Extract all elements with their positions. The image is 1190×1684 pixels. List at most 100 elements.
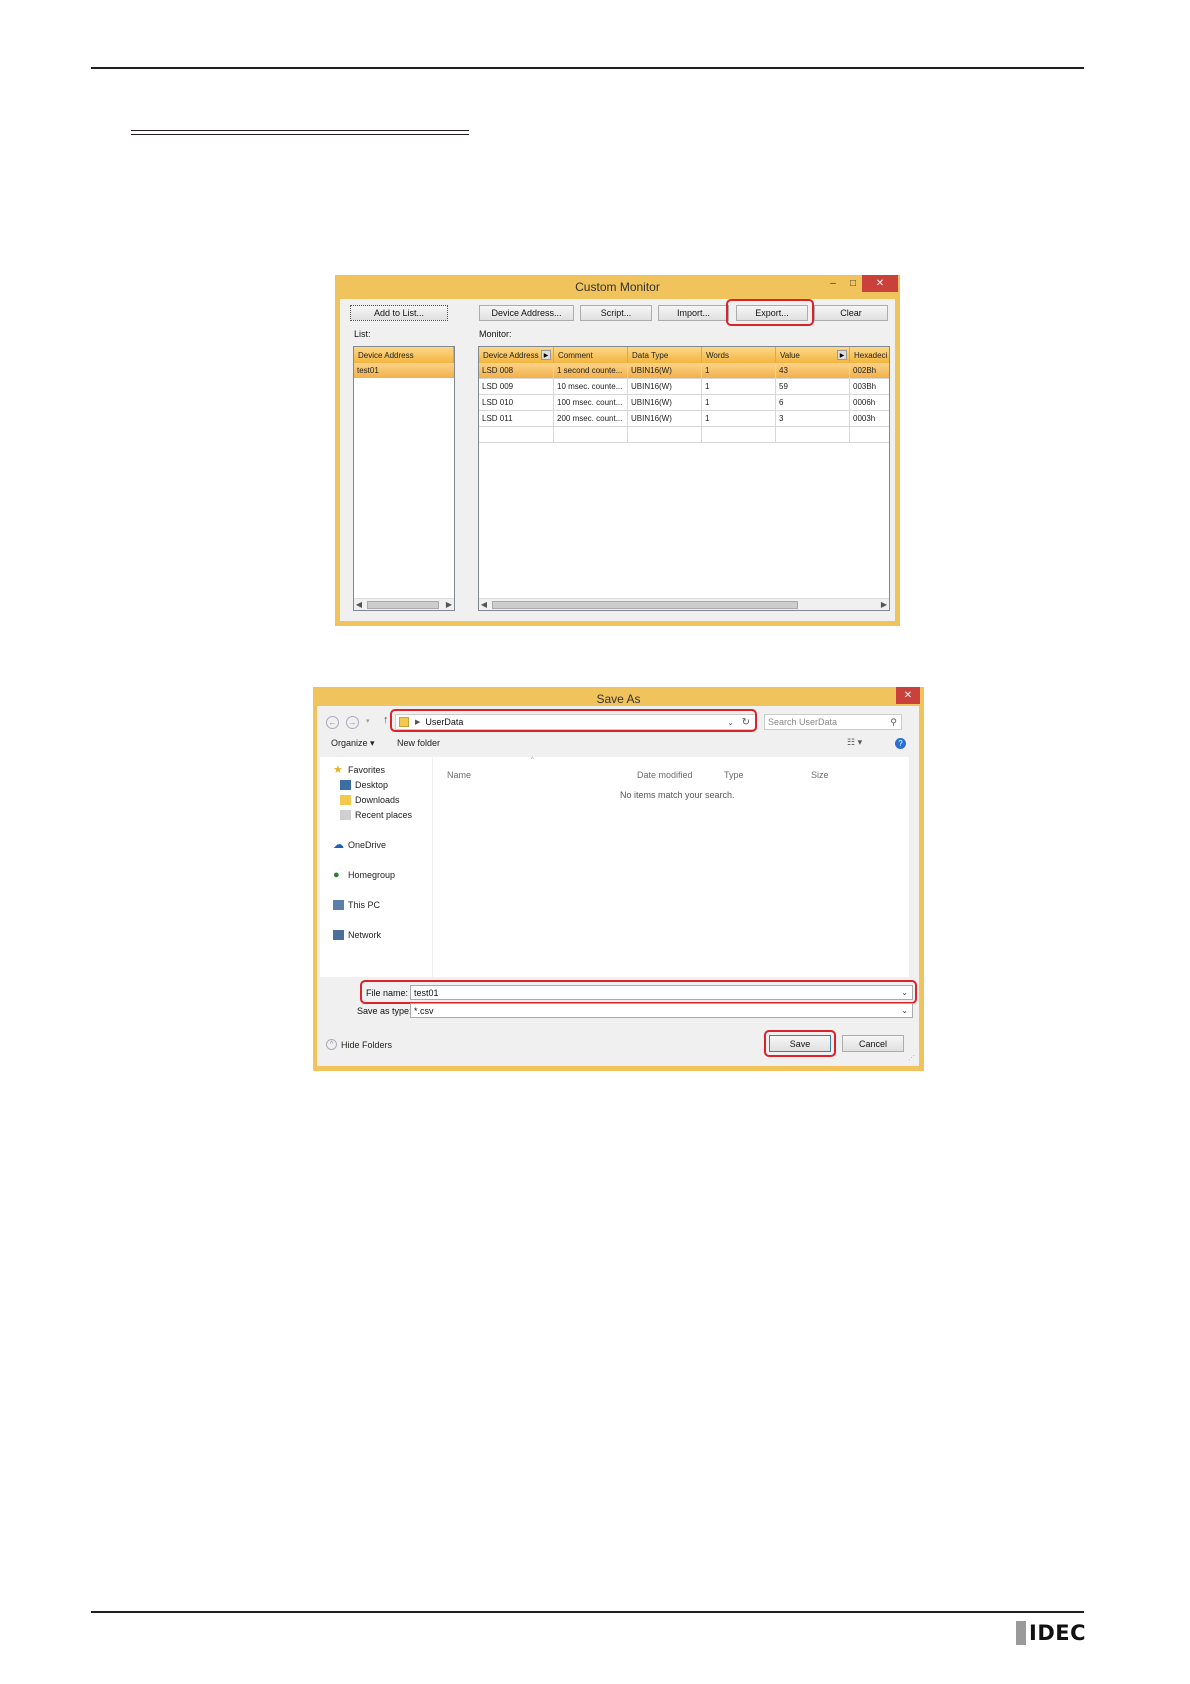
grid-cell[interactable]: 1 [702, 395, 776, 411]
grid-cell[interactable] [702, 427, 776, 443]
monitor-label: Monitor: [479, 329, 512, 339]
grid-cell[interactable]: 0003h [850, 411, 889, 427]
grid-cell[interactable]: 200 msec. count... [554, 411, 628, 427]
scroll-right-icon[interactable]: ▶ [444, 599, 454, 610]
list-column-header[interactable]: Device Address [354, 347, 454, 363]
hide-folders-button[interactable]: ^ Hide Folders [326, 1039, 392, 1050]
grid-cell[interactable]: UBIN16(W) [628, 395, 702, 411]
grid-cell[interactable]: 10 msec. counte... [554, 379, 628, 395]
recent-places-icon [340, 810, 351, 820]
close-button[interactable]: ✕ [862, 275, 898, 292]
collapse-icon: ^ [326, 1039, 337, 1050]
col-type[interactable]: Type [724, 770, 744, 780]
add-to-list-button[interactable]: Add to List... [350, 305, 448, 321]
nav-onedrive-label: OneDrive [348, 840, 387, 850]
device-address-button[interactable]: Device Address... [479, 305, 574, 321]
grid-cell[interactable]: 59 [776, 379, 850, 395]
downloads-icon [340, 795, 351, 805]
save-type-dropdown-icon[interactable]: ⌄ [901, 1006, 908, 1015]
nav-desktop[interactable]: Desktop [340, 780, 388, 790]
grid-cell[interactable]: 43 [776, 363, 850, 379]
nav-this-pc[interactable]: This PC [333, 900, 380, 910]
hide-folders-label: Hide Folders [341, 1039, 393, 1050]
grid-cell[interactable] [479, 427, 554, 443]
grid-cell[interactable]: 1 [702, 363, 776, 379]
up-icon[interactable]: ↑ [383, 714, 389, 726]
nav-favorites[interactable]: ★ Favorites [333, 765, 386, 776]
heading-underline-2 [131, 134, 469, 135]
grid-cell[interactable]: UBIN16(W) [628, 379, 702, 395]
col-comment[interactable]: Comment [554, 347, 628, 363]
grid-cell[interactable]: UBIN16(W) [628, 411, 702, 427]
search-icon[interactable]: ⚲ [890, 717, 897, 728]
grid-cell[interactable]: 1 [702, 411, 776, 427]
help-icon[interactable]: ? [895, 738, 906, 749]
minimize-button[interactable]: – [824, 275, 842, 292]
nav-favorites-label: Favorites [348, 765, 386, 775]
grid-cell[interactable]: 100 msec. count... [554, 395, 628, 411]
back-icon[interactable]: ← [326, 716, 339, 729]
grid-cell[interactable]: LSD 008 [479, 363, 554, 379]
new-folder-button[interactable]: New folder [397, 738, 440, 748]
col-size[interactable]: Size [811, 770, 829, 780]
col-words[interactable]: Words [702, 347, 776, 363]
forward-icon[interactable]: → [346, 716, 359, 729]
search-input[interactable]: Search UserData [768, 717, 837, 727]
list-hscroll[interactable]: ◀ ▶ [354, 598, 454, 610]
desktop-icon [340, 780, 351, 790]
grid-cell[interactable]: LSD 011 [479, 411, 554, 427]
organize-button[interactable]: Organize ▾ [331, 738, 375, 749]
search-field[interactable]: Search UserData ⚲ [764, 714, 902, 730]
save-type-label: Save as type: [357, 1006, 412, 1016]
nav-onedrive[interactable]: ☁ OneDrive [333, 840, 387, 851]
grid-cell[interactable]: LSD 010 [479, 395, 554, 411]
column-menu-icon[interactable]: ▶ [541, 350, 551, 360]
list-item[interactable]: test01 [354, 363, 454, 378]
import-button[interactable]: Import... [658, 305, 729, 321]
scroll-left-icon[interactable]: ◀ [354, 599, 364, 610]
header-rule [91, 67, 1084, 69]
view-options-icon[interactable]: ☷ ▾ [847, 737, 862, 748]
grid-cell[interactable]: 6 [776, 395, 850, 411]
save-type-select[interactable]: *.csv ⌄ [410, 1003, 913, 1018]
grid-cell[interactable]: 0006h [850, 395, 889, 411]
network-icon [333, 930, 344, 940]
scroll-thumb[interactable] [492, 601, 798, 609]
nav-recent-places[interactable]: Recent places [340, 810, 412, 820]
grid-cell[interactable]: 002Bh [850, 363, 889, 379]
nav-thispc-label: This PC [348, 900, 381, 910]
logo-bar [1016, 1621, 1026, 1645]
heading-underline-1 [131, 130, 469, 131]
nav-downloads[interactable]: Downloads [340, 795, 400, 805]
script-button[interactable]: Script... [580, 305, 652, 321]
grid-cell[interactable] [628, 427, 702, 443]
scroll-right-icon[interactable]: ▶ [879, 599, 889, 610]
grid-cell[interactable] [554, 427, 628, 443]
custom-monitor-window: Custom Monitor – □ ✕ Add to List... Devi… [335, 275, 900, 626]
recent-dropdown-icon[interactable]: ▾ [366, 717, 370, 725]
nav-network[interactable]: Network [333, 930, 381, 940]
maximize-button[interactable]: □ [844, 275, 862, 292]
grid-cell[interactable]: UBIN16(W) [628, 363, 702, 379]
clear-button[interactable]: Clear [814, 305, 888, 321]
grid-cell[interactable]: 3 [776, 411, 850, 427]
col-date-modified[interactable]: Date modified [637, 770, 693, 780]
grid-cell[interactable]: LSD 009 [479, 379, 554, 395]
column-menu-icon[interactable]: ▶ [837, 350, 847, 360]
grid-cell[interactable] [850, 427, 889, 443]
monitor-hscroll[interactable]: ◀ ▶ [479, 598, 889, 610]
computer-icon [333, 900, 344, 910]
resize-grip-icon[interactable]: ⋰ [908, 1054, 915, 1062]
grid-cell[interactable]: 1 [702, 379, 776, 395]
grid-cell[interactable]: 1 second counte... [554, 363, 628, 379]
scroll-left-icon[interactable]: ◀ [479, 599, 489, 610]
save-as-close-button[interactable]: ✕ [896, 687, 920, 704]
col-name[interactable]: Name [447, 770, 471, 780]
scroll-thumb[interactable] [367, 601, 439, 609]
grid-cell[interactable] [776, 427, 850, 443]
col-data-type[interactable]: Data Type [628, 347, 702, 363]
cancel-button[interactable]: Cancel [842, 1035, 904, 1052]
grid-cell[interactable]: 003Bh [850, 379, 889, 395]
nav-homegroup[interactable]: ● Homegroup [333, 870, 395, 881]
col-hexadecimal[interactable]: Hexadeci [850, 347, 889, 363]
